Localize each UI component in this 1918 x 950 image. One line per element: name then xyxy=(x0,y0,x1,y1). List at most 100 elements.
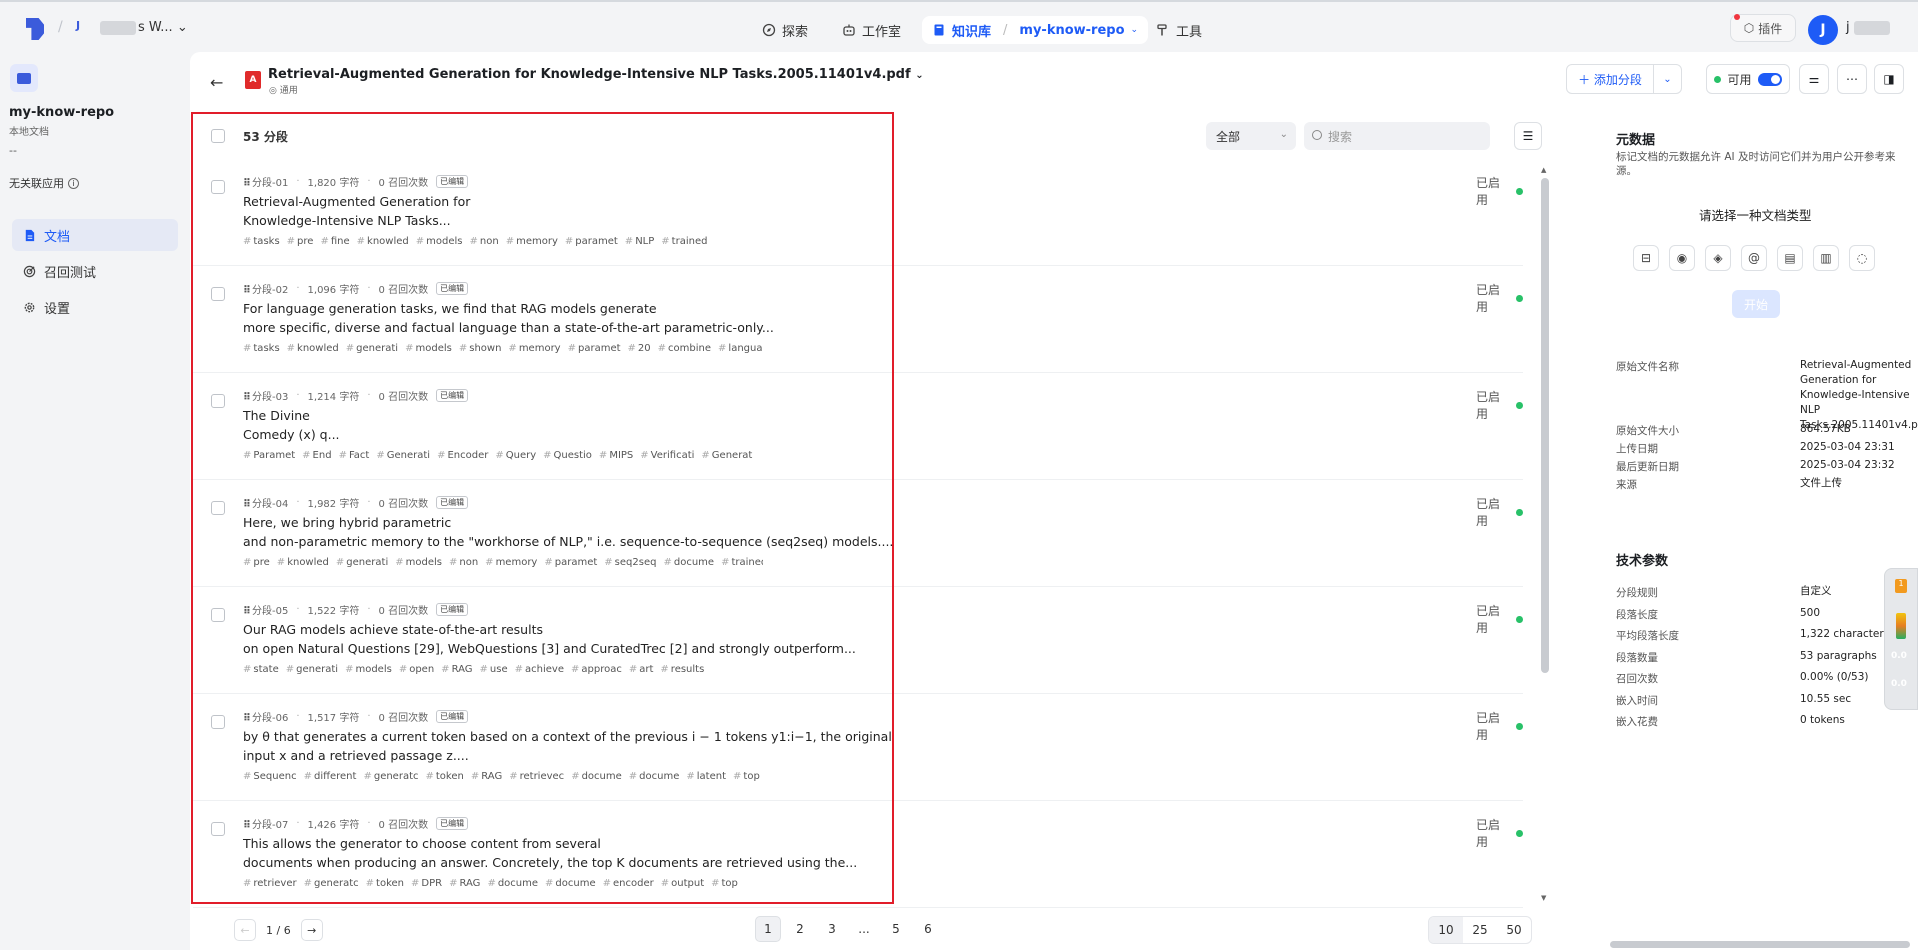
status-filter-select[interactable]: 全部 ⌄ xyxy=(1206,122,1296,150)
redacted-text xyxy=(1853,20,1890,35)
segment-checkbox[interactable] xyxy=(211,822,225,836)
separator: · xyxy=(367,176,371,187)
page-button[interactable]: 3 xyxy=(819,916,845,942)
keyword-tag: results xyxy=(660,664,705,675)
sidebar-item-documents[interactable]: 文档 xyxy=(12,219,178,251)
side-panel-icon: ◨ xyxy=(1883,72,1895,86)
more-button[interactable]: ⋯ xyxy=(1837,64,1867,94)
panel-horizontal-scrollbar[interactable] xyxy=(1580,940,1918,949)
document-title-selector[interactable]: Retrieval-Augmented Generation for Knowl… xyxy=(268,67,924,82)
nav-explore[interactable]: 探索 xyxy=(752,16,818,44)
segment-row[interactable]: ⠿ 分段-05 · 1,522 字符 · 0 召回次数 已编辑 Our RAG … xyxy=(193,588,1523,694)
app-logo[interactable] xyxy=(26,18,44,40)
metadata-panel: 元数据 标记文档的元数据允许 AI 及时访问它们并为用户公开参考来源。 请选择一… xyxy=(1570,110,1918,950)
segment-row[interactable]: ⠿ 分段-02 · 1,096 字符 · 0 召回次数 已编辑 For lang… xyxy=(193,267,1523,373)
workspace-switcher[interactable]: s W... ⌄ xyxy=(100,20,188,35)
keyword-tag: RAG xyxy=(471,771,502,782)
briefcase-icon[interactable]: ▥ xyxy=(1813,245,1839,271)
grip-icon: ⠿ xyxy=(243,178,251,189)
list-scrollbar[interactable]: ▲ ▼ xyxy=(1540,166,1550,902)
search-input[interactable]: 搜索 xyxy=(1304,122,1490,150)
page-size-option[interactable]: 50 xyxy=(1497,917,1531,943)
keyword-tag: open xyxy=(399,664,434,675)
segment-checkbox[interactable] xyxy=(211,501,225,515)
toggle-panel-button[interactable]: ◨ xyxy=(1874,64,1904,94)
web-icon[interactable]: ◉ xyxy=(1669,245,1695,271)
scroll-up-icon[interactable]: ▲ xyxy=(1541,166,1546,174)
chat-icon[interactable]: ◌ xyxy=(1849,245,1875,271)
add-segment-label: 添加分段 xyxy=(1593,72,1642,87)
graduation-cap-icon[interactable]: ◈ xyxy=(1705,245,1731,271)
sidebar-item-settings[interactable]: 设置 xyxy=(12,291,178,323)
keyword-tag: art xyxy=(629,664,653,675)
toggle-switch[interactable] xyxy=(1757,72,1782,86)
segment-row[interactable]: ⠿ 分段-04 · 1,982 字符 · 0 召回次数 已编辑 Here, we… xyxy=(193,481,1523,587)
tech-key: 段落数量 xyxy=(1616,652,1658,664)
segment-recalls: 0 召回次数 xyxy=(378,178,429,189)
nav-tools[interactable]: 工具 xyxy=(1146,16,1212,44)
page-button[interactable]: 1 xyxy=(755,916,781,942)
plugin-button[interactable]: ⬡ 插件 xyxy=(1730,14,1796,42)
separator: · xyxy=(296,497,300,508)
separator: · xyxy=(296,176,300,187)
segment-row[interactable]: ⠿ 分段-06 · 1,517 字符 · 0 召回次数 已编辑 by θ tha… xyxy=(193,695,1523,801)
checkbox[interactable] xyxy=(211,129,225,143)
page-size-option[interactable]: 25 xyxy=(1463,917,1497,943)
chevron-down-icon: ⌄ xyxy=(1279,129,1288,140)
keyword-tag: seq2seq xyxy=(604,557,657,568)
segment-row[interactable]: ⠿ 分段-01 · 1,820 字符 · 0 召回次数 已编辑 Retrieva… xyxy=(193,160,1523,266)
settings-sliders-button[interactable]: ⚌ xyxy=(1799,64,1829,94)
segment-checkbox[interactable] xyxy=(211,715,225,729)
start-button[interactable]: 开始 xyxy=(1732,290,1780,318)
nav-repo-selector[interactable]: my-know-repo xyxy=(1019,23,1124,38)
next-page-button[interactable]: → xyxy=(300,919,323,941)
status-dot xyxy=(1516,829,1523,837)
info-icon[interactable]: i xyxy=(68,177,79,189)
nav-separator: / xyxy=(1003,22,1008,38)
page-button[interactable]: 6 xyxy=(915,916,941,942)
segment-tags: Paramet End Fact Generati Encoder Query Questi… xyxy=(243,450,763,461)
availability-toggle[interactable]: 可用 xyxy=(1706,64,1790,94)
segment-row[interactable]: ⠿ 分段-07 · 1,426 字符 · 0 召回次数 已编辑 This all… xyxy=(193,802,1523,908)
grip-icon: ⠿ xyxy=(243,285,251,296)
chevron-down-icon: ⌄ xyxy=(1130,25,1139,35)
user-menu[interactable]: j xyxy=(1846,20,1892,35)
select-all-checkbox[interactable] xyxy=(211,129,225,146)
keyword-tag: approac xyxy=(571,664,621,675)
segment-checkbox[interactable] xyxy=(211,394,225,408)
add-segment-button[interactable]: ＋ 添加分段 ⌄ xyxy=(1566,64,1682,94)
page-button[interactable]: 2 xyxy=(787,916,813,942)
prev-page-button[interactable]: ← xyxy=(234,919,256,941)
list-view-button[interactable]: ☰ xyxy=(1514,122,1542,150)
nav-studio[interactable]: 工作室 xyxy=(832,16,911,44)
back-arrow-icon[interactable]: ← xyxy=(210,73,223,92)
network-monitor-widget[interactable]: 1 0.0 0.0 xyxy=(1884,568,1918,710)
separator: · xyxy=(296,390,300,401)
book-icon[interactable]: ⊟ xyxy=(1633,245,1659,271)
scroll-down-icon[interactable]: ▼ xyxy=(1541,894,1546,902)
page-button[interactable]: 5 xyxy=(883,916,909,942)
at-sign-icon[interactable]: @ xyxy=(1741,245,1767,271)
keyword-tag: DPR xyxy=(411,878,442,889)
sidebar-item-recall-test[interactable]: 召回测试 xyxy=(12,255,178,287)
book-icon xyxy=(934,24,944,36)
chevron-down-icon[interactable]: ⌄ xyxy=(1653,65,1681,93)
segment-checkbox[interactable] xyxy=(211,608,225,622)
metadata-title: 元数据 xyxy=(1616,133,1656,148)
nav-knowledge[interactable]: 知识库 / my-know-repo ⌄ xyxy=(922,16,1149,44)
upload-speed: 0.0 xyxy=(1891,651,1907,661)
keyword-tag: top xyxy=(733,771,759,782)
scrollbar-thumb[interactable] xyxy=(1610,941,1910,948)
metadata-description: 标记文档的元数据允许 AI 及时访问它们并为用户公开参考来源。 xyxy=(1616,151,1896,177)
search-icon xyxy=(1312,130,1322,140)
segment-checkbox[interactable] xyxy=(211,287,225,301)
page-size-option[interactable]: 10 xyxy=(1429,917,1463,943)
grip-icon: ⠿ xyxy=(243,499,251,510)
scrollbar-thumb[interactable] xyxy=(1541,178,1549,673)
user-avatar[interactable]: J xyxy=(1808,15,1838,45)
segment-checkbox[interactable] xyxy=(211,180,225,194)
keyword-tag: token xyxy=(366,878,404,889)
segment-row[interactable]: ⠿ 分段-03 · 1,214 字符 · 0 召回次数 已编辑 The Divi… xyxy=(193,374,1523,480)
file-icon[interactable]: ▤ xyxy=(1777,245,1803,271)
segment-text-line1: This allows the generator to choose cont… xyxy=(243,836,601,851)
